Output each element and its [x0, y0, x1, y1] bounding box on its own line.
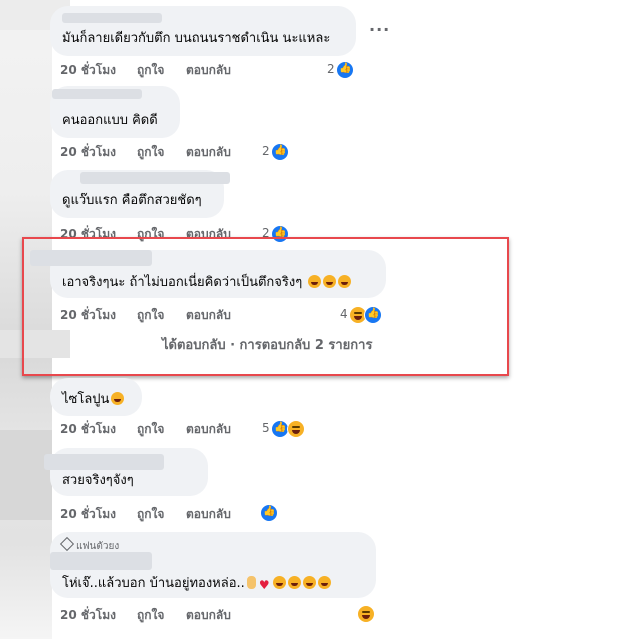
blurred-avatar: [0, 430, 52, 520]
reply-button[interactable]: ตอบกลับ: [186, 606, 231, 625]
like-button[interactable]: ถูกใจ: [137, 61, 164, 80]
like-icon: [336, 61, 354, 79]
comment-text: โห่เจ๊..แล้วบอก บ้านอยู่ทองหล่อ.. ♥: [62, 575, 331, 593]
like-button[interactable]: ถูกใจ: [137, 606, 164, 625]
like-icon: [271, 143, 289, 161]
rofl-emoji: [111, 392, 125, 405]
reaction-summary[interactable]: 2: [325, 60, 357, 80]
smile-emoji: [317, 576, 331, 589]
blurred-author-name: [62, 13, 162, 23]
comment-bubble: คนออกแบบ คิดดี: [50, 86, 180, 138]
reaction-count: 2: [262, 144, 270, 158]
grin-emoji: [272, 576, 286, 589]
haha-icon: [357, 605, 375, 623]
blurred-author-name: [80, 172, 230, 184]
reaction-summary[interactable]: [255, 503, 279, 523]
comment-bubble: มันก็ลายเดียวกับตึก บนถนนราชดำเนิน นะแหล…: [50, 6, 356, 56]
reaction-summary[interactable]: 5: [260, 419, 308, 439]
comment-time[interactable]: 20 ชั่วโมง: [60, 143, 116, 162]
reaction-summary[interactable]: 2: [260, 142, 292, 162]
reply-button[interactable]: ตอบกลับ: [186, 505, 231, 524]
heart-emoji: ♥: [258, 578, 270, 592]
like-icon: [260, 504, 278, 522]
like-button[interactable]: ถูกใจ: [137, 505, 164, 524]
like-button[interactable]: ถูกใจ: [137, 420, 164, 439]
comment-text: ไซโลปูน: [62, 391, 125, 409]
reaction-count: 2: [327, 62, 335, 76]
reaction-summary[interactable]: [352, 604, 376, 624]
eye-roll-emoji: [302, 576, 316, 589]
comment-text: สวยจริงๆจังๆ: [62, 473, 134, 488]
haha-icon: [287, 420, 305, 438]
reply-button[interactable]: ตอบกลับ: [186, 420, 231, 439]
blurred-author-name: [44, 454, 164, 470]
more-options-icon[interactable]: ···: [369, 22, 390, 38]
comment-bubble: สวยจริงๆจังๆ: [44, 448, 208, 496]
like-button[interactable]: ถูกใจ: [137, 143, 164, 162]
comment-time[interactable]: 20 ชั่วโมง: [60, 606, 116, 625]
comment-text: ดูแว๊บแรก คือตึกสวยชัดๆ: [62, 193, 202, 208]
reaction-count: 5: [262, 421, 270, 435]
comment-time[interactable]: 20 ชั่วโมง: [60, 61, 116, 80]
blurred-author-name: [50, 552, 152, 570]
comment-time[interactable]: 20 ชั่วโมง: [60, 505, 116, 524]
reply-button[interactable]: ตอบกลับ: [186, 61, 231, 80]
comment-bubble: แฟนตัวยง โห่เจ๊..แล้วบอก บ้านอยู่ทองหล่อ…: [50, 532, 376, 598]
comment-bubble: ดูแว๊บแรก คือตึกสวยชัดๆ: [50, 170, 230, 218]
laugh-emoji: [287, 576, 301, 589]
blurred-author-name: [52, 89, 142, 99]
highlight-box: [22, 237, 509, 376]
comment-time[interactable]: 20 ชั่วโมง: [60, 420, 116, 439]
reply-button[interactable]: ตอบกลับ: [186, 143, 231, 162]
comment-text: คนออกแบบ คิดดี: [62, 113, 158, 128]
diamond-icon: [59, 536, 75, 552]
comment-bubble: ไซโลปูน: [50, 378, 142, 416]
comment-text: มันก็ลายเดียวกับตึก บนถนนราชดำเนิน นะแหล…: [62, 31, 331, 46]
pinched-hand-emoji: [246, 576, 256, 589]
